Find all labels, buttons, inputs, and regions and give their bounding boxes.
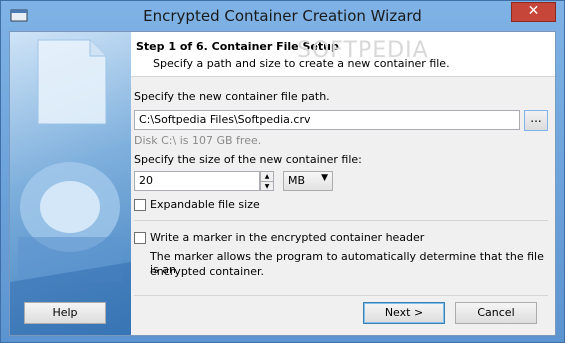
softpedia-watermark: SOFTPEDIA xyxy=(297,38,429,63)
close-icon: ✕ xyxy=(527,3,540,19)
marker-checkbox[interactable] xyxy=(134,232,146,244)
marker-description-line2: encrypted container. xyxy=(150,265,264,278)
size-label: Specify the size of the new container fi… xyxy=(134,153,362,166)
expandable-label[interactable]: Expandable file size xyxy=(150,198,260,211)
footer-divider xyxy=(134,295,548,296)
expandable-checkbox[interactable] xyxy=(134,199,146,211)
step-header: Step 1 of 6. Container File Setup Specif… xyxy=(131,32,555,77)
browse-button[interactable]: ... xyxy=(524,110,548,131)
marker-label[interactable]: Write a marker in the encrypted containe… xyxy=(150,231,424,244)
window-title: Encrypted Container Creation Wizard xyxy=(143,7,422,25)
section-divider xyxy=(134,220,548,221)
spin-down-icon[interactable]: ▼ xyxy=(261,181,273,191)
path-label: Specify the new container file path. xyxy=(134,90,330,103)
help-button[interactable]: Help xyxy=(24,302,106,324)
next-button[interactable]: Next > xyxy=(363,302,445,324)
disk-free-info: Disk C:\ is 107 GB free. xyxy=(134,134,262,147)
close-button[interactable]: ✕ xyxy=(511,2,556,22)
wizard-window: Encrypted Container Creation Wizard ✕ St… xyxy=(0,0,565,343)
title-bar[interactable]: Encrypted Container Creation Wizard ✕ xyxy=(1,1,564,31)
wizard-client-area: Step 1 of 6. Container File Setup Specif… xyxy=(9,31,556,336)
side-illustration xyxy=(10,32,131,335)
cancel-button[interactable]: Cancel xyxy=(455,302,537,324)
spin-up-icon[interactable]: ▲ xyxy=(261,172,273,181)
size-unit-select[interactable]: MB ▼ xyxy=(283,171,333,191)
container-path-input[interactable]: C:\Softpedia Files\Softpedia.crv xyxy=(134,110,520,130)
size-spinner[interactable]: ▲ ▼ xyxy=(260,171,274,191)
container-size-input[interactable]: 20 xyxy=(134,171,260,191)
chevron-down-icon: ▼ xyxy=(321,173,328,183)
size-unit-value: MB xyxy=(288,174,306,187)
